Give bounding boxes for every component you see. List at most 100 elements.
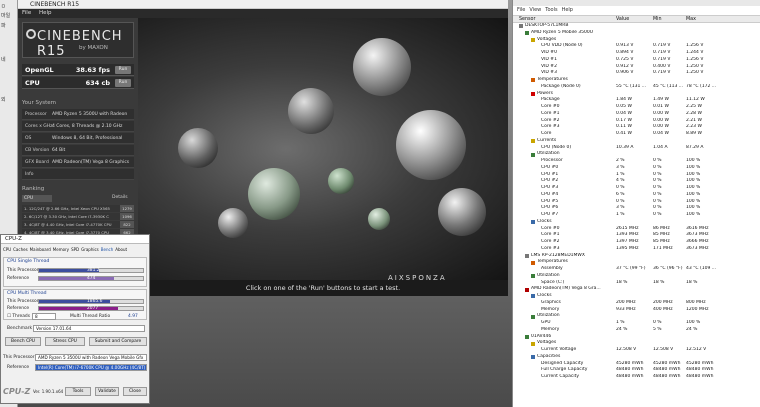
window-title[interactable]: CINEBENCH R15 [18,0,508,9]
sensor-group[interactable]: Temperatures [513,259,760,266]
sensor-row[interactable]: GPU 1 % 0 % 100 % [513,320,760,327]
sensor-min: 0.719 V [653,43,671,49]
menu-file[interactable]: File [22,10,31,16]
sensor-group[interactable]: AMD Ryzen 5 Mobile 3500U [513,30,760,37]
sensor-row[interactable]: CPU #3 0 % 0 % 100 % [513,185,760,192]
sensor-row[interactable]: Package (Node 0) 55 °C (131 ... 45 °C (113… [513,84,760,91]
tools-button[interactable]: Tools [65,387,91,396]
sensor-row[interactable]: Core #1 0.04 W 0.00 W 2.28 W [513,111,760,118]
sensor-row[interactable]: VID #1 0.725 V 0.719 V 1.256 V [513,57,760,64]
sensor-row[interactable]: Core #0 2615 MHz 86 MHz 3616 MHz [513,226,760,233]
ranking-row[interactable]: 3. 4C/8T @ 4.40 GHz, Intel Core i7-4770K… [22,221,134,228]
sensor-row[interactable]: Memory 933 MHz 400 MHz 1200 MHz [513,307,760,314]
threads-select[interactable]: 8 [32,313,56,320]
sensor-row[interactable]: Assembly 37 °C (99 °F) 36 °C (96 °F) 43 °C … [513,266,760,273]
sensor-row[interactable]: Full Charge Capacity 48480 mWh 48480 mWh 48… [513,367,760,374]
sensor-max: 3673 MHz [686,245,709,251]
sensor-row[interactable]: Current Voltage 12.508 V 12.508 V 12.512 V [513,347,760,354]
sensor-group[interactable]: Utilization [513,313,760,320]
sensor-row[interactable]: VID #2 0.912 V 0.400 V 1.250 V [513,64,760,71]
sensor-row[interactable]: Package 1.84 W 1.49 W 11.12 W [513,97,760,104]
menu-tools[interactable]: Tools [545,7,557,13]
sensor-group[interactable]: Voltages [513,340,760,347]
sensor-name: Powers [537,90,553,96]
reference-select[interactable]: Intel(R) Core(TM) i7-6700K CPU @ 4.00GHz… [35,364,147,371]
ranking-select[interactable]: CPU [22,195,52,202]
sensor-row[interactable]: CPU #6 3 % 0 % 100 % [513,205,760,212]
sensor-row[interactable]: Core #3 0.11 W 0.00 W 2.23 W [513,124,760,131]
column-max[interactable]: Max [686,16,696,23]
validate-button[interactable]: Validate [95,387,119,396]
submit-compare-button[interactable]: Submit and Compare [89,337,147,346]
sensor-row[interactable]: Space (C:) 18 % 18 % 18 % [513,280,760,287]
window-title[interactable]: CPU-Z [1,235,149,244]
sensor-row[interactable]: VID #3 0.906 V 0.719 V 1.250 V [513,70,760,77]
multi-thread-group: CPU Multi Thread This Processor 1865.6 R… [3,289,147,320]
sensor-row[interactable]: Core #2 0.17 W 0.00 W 2.21 W [513,118,760,125]
sensor-row[interactable]: Current Capacity 48480 mWh 48480 mWh 48480 … [513,374,760,381]
system-row: GFX Board AMD Radeon(TM) Vega 8 Graphics [22,157,134,168]
column-min[interactable]: Min [653,16,662,23]
sensor-row[interactable]: CPU (Node 0) 10.39 A 1.04 A 87.29 A [513,145,760,152]
sensor-row[interactable]: CPU #2 4 % 0 % 100 % [513,178,760,185]
run-cpu-button[interactable]: Run [115,79,131,87]
sensor-row[interactable]: Graphics 200 MHz 200 MHz 800 MHz [513,300,760,307]
sensor-row[interactable]: CPU #5 0 % 0 % 100 % [513,199,760,206]
sensor-group[interactable]: AMD Radeon(TM) Vega 8 Gra... [513,286,760,293]
stress-cpu-button[interactable]: Stress CPU [45,337,85,346]
sensor-row[interactable]: Memory 24 % 5 % 24 % [513,327,760,334]
menu-file[interactable]: File [517,7,525,13]
column-sensor[interactable]: Sensor [519,16,535,23]
ranking-row[interactable]: 2. 6C/12T @ 3.30 GHz, Intel Core i7-3930… [22,213,134,220]
close-button[interactable]: Close [123,387,147,396]
bench-cpu-button[interactable]: Bench CPU [5,337,41,346]
sensor-row[interactable]: Processor 2 % 0 % 100 % [513,158,760,165]
ranking-row[interactable]: 1. 12C/24T @ 2.66 GHz, Intel Xeon CPU X5… [22,205,134,212]
sensor-group[interactable]: Clocks [513,293,760,300]
threads-checkbox[interactable]: ☐ Threads [7,314,30,319]
benchmark-select[interactable]: Version 17.01.64 [33,325,145,332]
menu-help[interactable]: Help [562,7,573,13]
sensor-row[interactable]: Core 0.41 W 0.04 W 8.89 W [513,131,760,138]
sensor-row[interactable]: Core #0 0.05 W 0.01 W 2.25 W [513,104,760,111]
tab-graphics[interactable]: Graphics [81,247,99,252]
sensor-row[interactable]: Core #2 1397 MHz 85 MHz 3666 MHz [513,239,760,246]
sensor-group[interactable]: Currents [513,138,760,145]
sensor-row[interactable]: Core #3 1395 MHz 171 MHz 3673 MHz [513,246,760,253]
sensor-group[interactable]: Temperatures [513,77,760,84]
sensor-group[interactable]: Utilization [513,273,760,280]
tab-spd[interactable]: SPD [71,247,79,252]
sensor-max: 78 °C (172 ... [686,83,717,89]
column-value[interactable]: Value [616,16,629,23]
tab-cpu[interactable]: CPU [3,247,11,252]
sensor-group[interactable]: Capacities [513,354,760,361]
sensor-group[interactable]: Utilization [513,151,760,158]
sensor-max: 2.28 W [686,110,702,116]
sensor-group[interactable]: Clocks [513,219,760,226]
tab-about[interactable]: About [115,247,127,252]
sensor-row[interactable]: CPU #7 1 % 0 % 100 % [513,212,760,219]
sensor-row[interactable]: VID #0 0.894 V 0.719 V 1.244 V [513,50,760,57]
sensor-row[interactable]: CPU VDD (Node 0) 0.913 V 0.719 V 1.256 V [513,43,760,50]
tab-memory[interactable]: Memory [53,247,69,252]
sensor-group[interactable]: Voltages [513,37,760,44]
sensor-group[interactable]: 01AV446 [513,334,760,341]
sensor-group[interactable]: LMS RP-2128MED1MWX [513,253,760,260]
tab-bench[interactable]: Bench [101,247,113,252]
sphere-image [178,128,218,168]
details-link[interactable]: Details [112,195,128,200]
sensor-category-icon [531,152,535,157]
menu-help[interactable]: Help [39,10,52,16]
tab-caches[interactable]: Caches [13,247,28,252]
sensor-row[interactable]: CPU #4 6 % 0 % 100 % [513,192,760,199]
benchmark-label: Benchmark [7,326,33,331]
tab-mainboard[interactable]: Mainboard [30,247,51,252]
sensor-row[interactable]: CPU #0 3 % 0 % 100 % [513,165,760,172]
sensor-row[interactable]: CPU #1 1 % 0 % 100 % [513,172,760,179]
sensor-row[interactable]: Core #1 1393 MHz 85 MHz 3673 MHz [513,232,760,239]
sensor-group[interactable]: DESKTOP-57L1MRB [513,23,760,30]
sensor-group[interactable]: Powers [513,91,760,98]
sensor-row[interactable]: Designed Capacity 45280 mWh 45280 mWh 45280… [513,361,760,368]
menu-view[interactable]: View [529,7,541,13]
run-opengl-button[interactable]: Run [115,66,131,74]
